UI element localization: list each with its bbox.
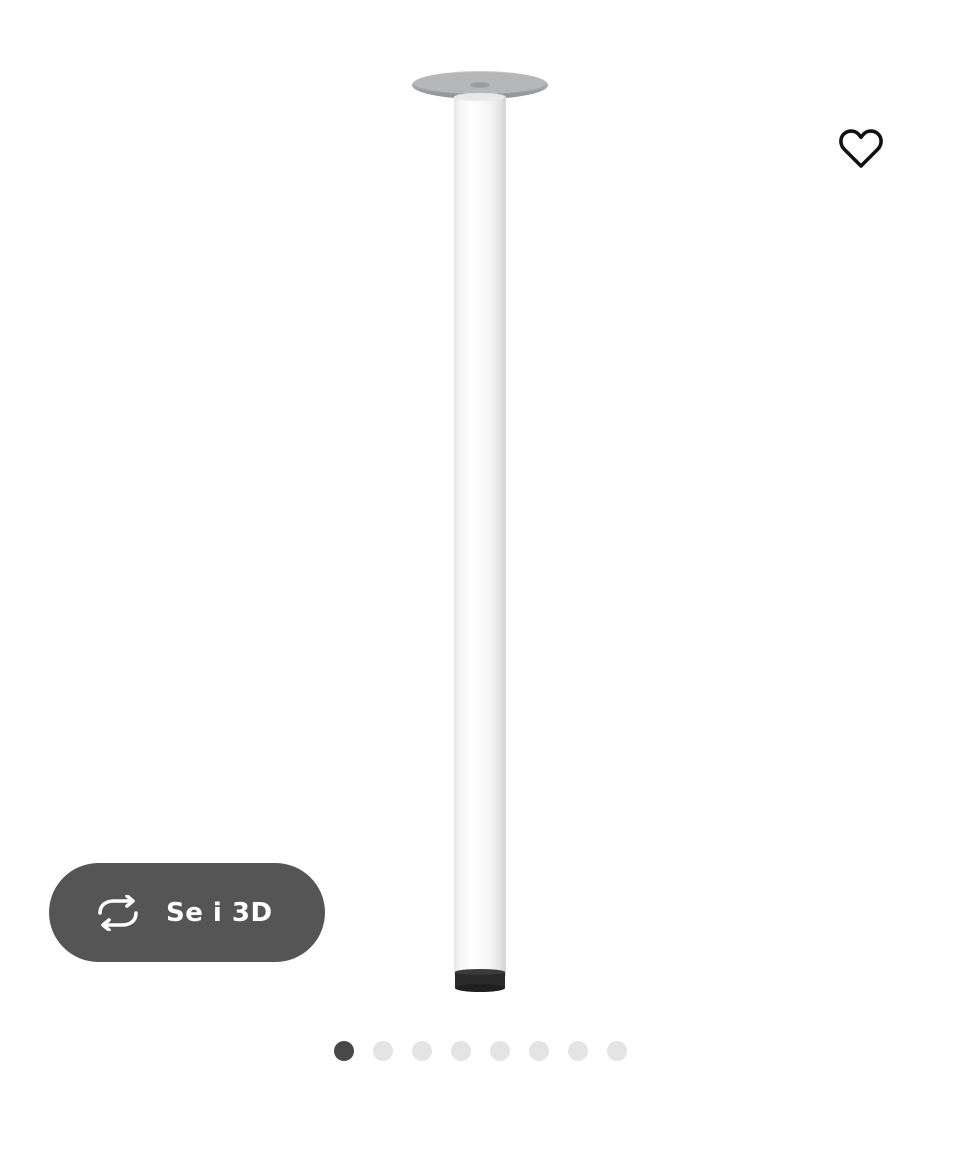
carousel-dot-1[interactable]	[333, 1041, 354, 1061]
carousel-dot-8[interactable]	[606, 1041, 627, 1061]
carousel-dot-3[interactable]	[411, 1041, 432, 1061]
view-in-3d-button[interactable]: Se i 3D	[49, 863, 325, 962]
carousel-dot-7[interactable]	[567, 1041, 588, 1061]
carousel-pagination	[0, 1040, 960, 1062]
product-image[interactable]	[400, 60, 560, 1000]
carousel-dot-5[interactable]	[489, 1041, 510, 1061]
product-image-gallery: Se i 3D	[0, 0, 960, 1020]
carousel-dot-4[interactable]	[450, 1041, 471, 1061]
rotate-3d-icon	[92, 893, 144, 933]
table-leg-image	[412, 71, 548, 992]
heart-outline-icon	[839, 129, 883, 168]
view-in-3d-label: Se i 3D	[166, 897, 273, 928]
carousel-dot-6[interactable]	[528, 1041, 549, 1061]
favorite-button[interactable]	[832, 122, 890, 176]
carousel-dot-2[interactable]	[372, 1041, 393, 1061]
